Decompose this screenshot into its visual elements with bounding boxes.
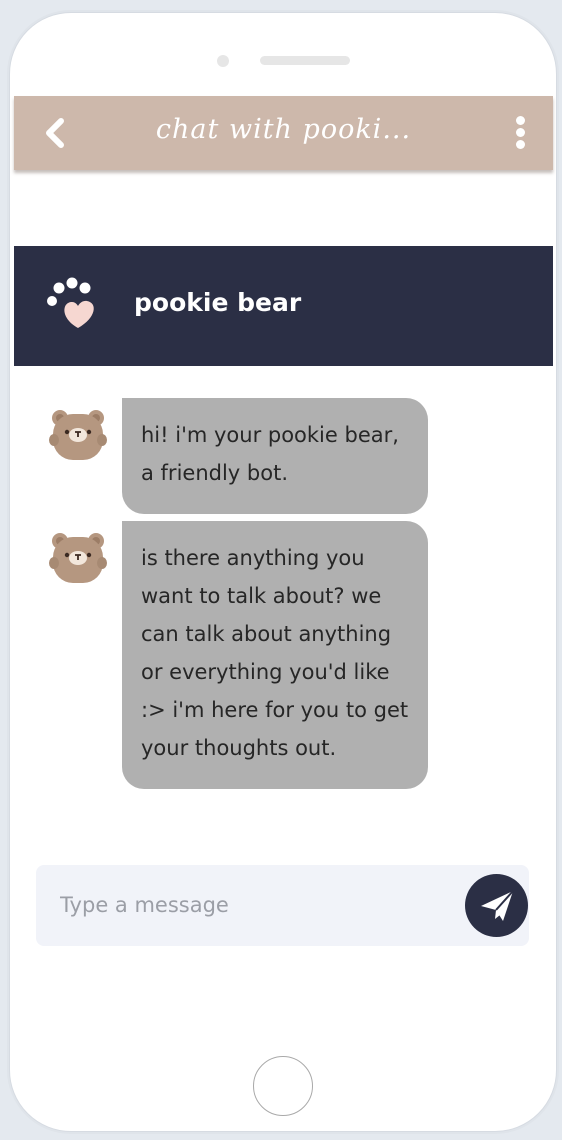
message-composer: [36, 865, 529, 946]
app-title: chat with pooki...: [155, 114, 412, 145]
send-button[interactable]: [465, 874, 528, 937]
home-button[interactable]: [253, 1056, 313, 1116]
bot-message-bubble: hi! i'm your pookie bear, a friendly bot…: [122, 398, 428, 514]
bear-avatar-icon: [48, 408, 108, 464]
earpiece-speaker: [260, 56, 350, 65]
phone-frame: chat with pooki... pookie bear hi! i'm y…: [9, 12, 557, 1132]
bot-header: pookie bear: [14, 246, 553, 366]
bot-name: pookie bear: [134, 288, 302, 317]
chevron-left-icon[interactable]: [39, 116, 73, 150]
front-camera: [217, 55, 229, 67]
bot-message-bubble: is there anything you want to talk about…: [122, 521, 428, 789]
top-app-bar: chat with pooki...: [14, 96, 553, 170]
paper-plane-icon: [481, 890, 514, 921]
paw-icon: [46, 276, 106, 334]
kebab-menu-icon[interactable]: [513, 116, 527, 152]
message-input[interactable]: [60, 887, 440, 923]
bear-avatar-icon: [48, 531, 108, 587]
